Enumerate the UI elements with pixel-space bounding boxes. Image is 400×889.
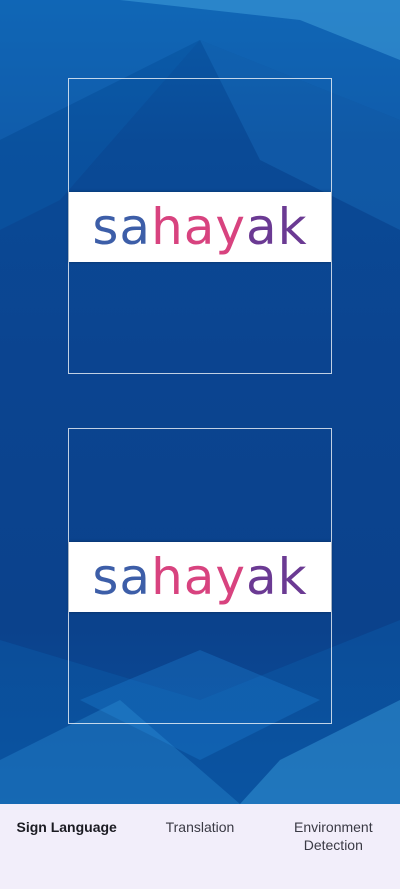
logo-part-sa: sa xyxy=(92,198,152,256)
nav-environment-detection[interactable]: Environment Detection xyxy=(267,804,400,889)
logo-part-sa: sa xyxy=(92,548,152,606)
nav-label: Translation xyxy=(165,819,235,835)
sahayak-logo: sahayak xyxy=(69,542,331,612)
nav-label: Environment Detection xyxy=(294,819,373,853)
logo-part-ak: ak xyxy=(246,198,308,256)
logo-part-ak: ak xyxy=(246,548,308,606)
result-preview-frame: sahayak xyxy=(68,428,332,724)
nav-sign-language[interactable]: Sign Language xyxy=(0,804,133,889)
logo-part-hay: hay xyxy=(151,198,246,256)
sahayak-logo: sahayak xyxy=(69,192,331,262)
nav-translation[interactable]: Translation xyxy=(133,804,266,889)
logo-part-hay: hay xyxy=(151,548,246,606)
nav-label: Sign Language xyxy=(16,819,117,835)
bottom-navigation: Sign Language Translation Environment De… xyxy=(0,804,400,889)
camera-preview-frame: sahayak xyxy=(68,78,332,374)
